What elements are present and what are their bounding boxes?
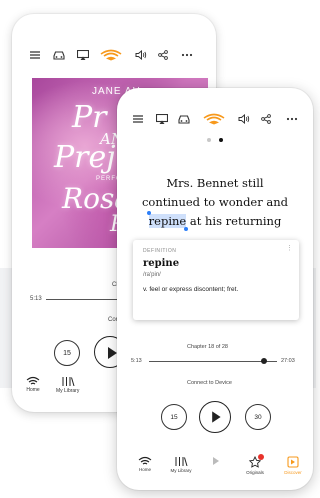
progress-knob[interactable] xyxy=(261,358,268,364)
cover-title-line2: Prej xyxy=(54,140,116,175)
page-indicator xyxy=(205,138,225,144)
back-skip-back-label: 15 xyxy=(63,349,71,357)
menu-icon[interactable] xyxy=(129,110,147,128)
back-elapsed-time: 5:13 xyxy=(30,296,42,302)
volume-icon[interactable] xyxy=(235,110,253,128)
back-nav-library-label: My Library xyxy=(56,388,80,394)
progress-track[interactable] xyxy=(149,361,277,362)
airplay-icon[interactable] xyxy=(74,46,92,64)
reader-line-3: repine at his returning xyxy=(135,211,295,231)
bottom-nav: Home My Library Originals Discover xyxy=(117,454,313,490)
audible-logo-icon xyxy=(203,110,225,128)
connect-to-device-button[interactable]: Connect to Device xyxy=(187,380,232,386)
reader-line-2: continued to wonder and xyxy=(141,195,289,209)
play-icon xyxy=(212,411,221,423)
definition-word: repine xyxy=(143,258,180,269)
skip-back-button[interactable]: 15 xyxy=(161,404,187,430)
definition-caption: DEFINITION xyxy=(143,248,177,254)
definition-popup[interactable]: DEFINITION ⋮ repine /ra'pin/ v. feel or … xyxy=(133,240,299,320)
elapsed-time: 5:13 xyxy=(131,358,142,364)
audible-logo-icon xyxy=(100,46,122,64)
back-skip-back-button[interactable]: 15 xyxy=(54,340,80,366)
menu-icon[interactable] xyxy=(26,46,44,64)
back-toolbar xyxy=(12,46,216,68)
volume-icon[interactable] xyxy=(132,46,150,64)
library-icon xyxy=(62,377,75,386)
selection-handle-start[interactable] xyxy=(146,211,151,215)
reader-line-1: Mrs. Bennet still xyxy=(166,176,264,190)
nav-player[interactable] xyxy=(195,456,235,466)
page-dot-active[interactable] xyxy=(219,138,223,142)
originals-badge xyxy=(258,454,264,460)
chapter-label: Chapter 18 of 28 xyxy=(187,344,228,350)
share-icon[interactable] xyxy=(257,110,275,128)
skip-forward-button[interactable]: 30 xyxy=(245,404,271,430)
selected-word[interactable]: repine xyxy=(146,211,189,231)
nav-discover-label: Discover xyxy=(284,470,302,475)
car-mode-icon[interactable] xyxy=(175,110,193,128)
definition-pronunciation: /ra'pin/ xyxy=(143,272,161,278)
skip-forward-label: 30 xyxy=(254,413,262,421)
popup-more-icon[interactable]: ⋮ xyxy=(286,244,293,252)
front-phone: Mrs. Bennet still continued to wonder an… xyxy=(117,88,313,490)
reader-text: Mrs. Bennet still continued to wonder an… xyxy=(135,174,295,231)
airplay-icon[interactable] xyxy=(153,110,171,128)
skip-back-label: 15 xyxy=(170,413,178,421)
front-toolbar xyxy=(117,110,313,130)
more-icon[interactable] xyxy=(283,110,301,128)
library-icon xyxy=(175,457,188,466)
home-icon xyxy=(138,456,152,465)
play-button[interactable] xyxy=(199,401,231,433)
nav-discover[interactable]: Discover xyxy=(273,456,313,475)
discover-icon xyxy=(287,456,299,468)
home-icon xyxy=(26,376,40,385)
more-icon[interactable] xyxy=(178,46,196,64)
nav-originals[interactable]: Originals xyxy=(235,454,275,475)
nav-originals-label: Originals xyxy=(246,470,264,475)
remaining-time: 27:03 xyxy=(281,358,295,364)
definition-meaning: v. feel or express discontent; fret. xyxy=(143,286,239,293)
player-icon xyxy=(213,457,219,465)
selection-handle-end[interactable] xyxy=(184,227,189,231)
nav-home-label: Home xyxy=(138,467,151,472)
page-dot[interactable] xyxy=(207,138,211,142)
share-icon[interactable] xyxy=(154,46,172,64)
back-nav-home-label: Home xyxy=(26,387,40,393)
reader-line-3-rest: at his returning xyxy=(186,214,282,228)
back-nav-library[interactable]: My Library xyxy=(56,376,79,394)
nav-my-library-label: My Library xyxy=(170,468,192,473)
car-mode-icon[interactable] xyxy=(50,46,68,64)
nav-home[interactable]: Home xyxy=(125,456,165,472)
back-nav-home[interactable]: Home xyxy=(26,376,40,393)
